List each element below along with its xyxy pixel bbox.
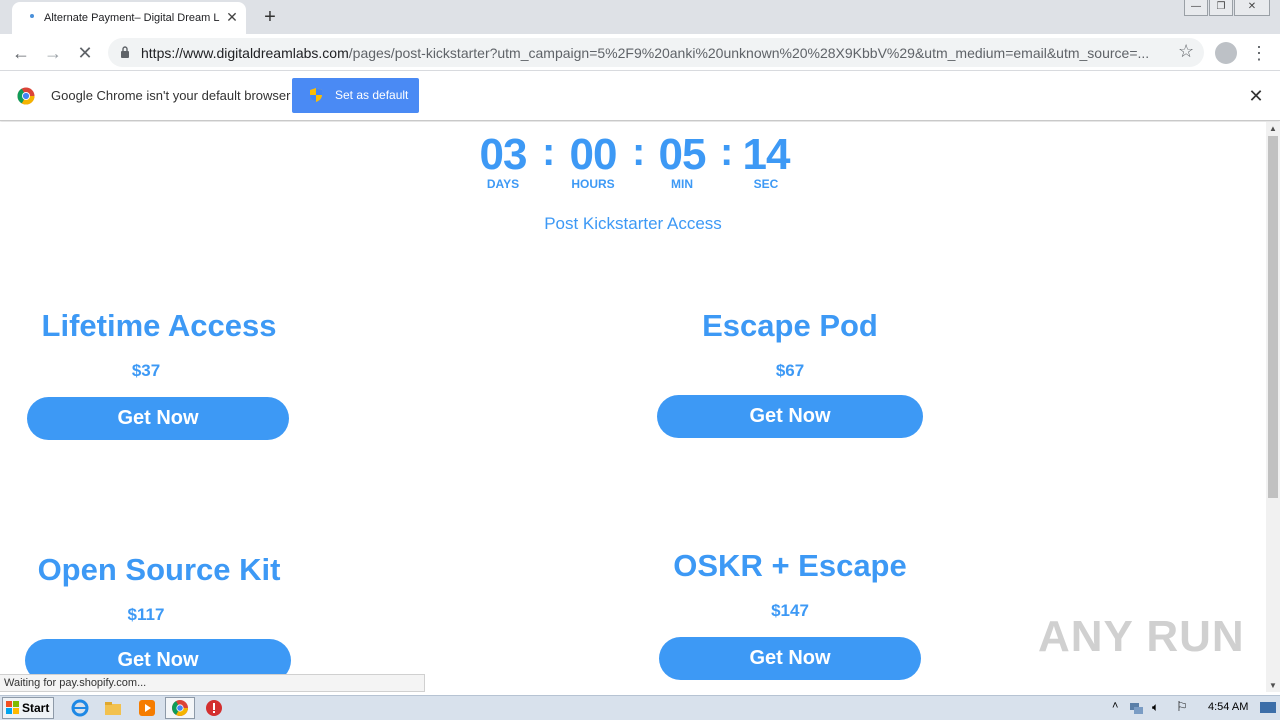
default-browser-infobar: Google Chrome isn't your default browser… xyxy=(0,71,1280,121)
chrome-taskbar-icon[interactable] xyxy=(171,699,189,717)
show-desktop-icon[interactable] xyxy=(1259,700,1277,716)
close-window-button[interactable]: ✕ xyxy=(1234,0,1270,16)
page-subtitle: Post Kickstarter Access xyxy=(544,214,722,233)
tray-expand-icon[interactable]: ˄ xyxy=(1112,700,1118,712)
forward-icon[interactable]: → xyxy=(40,40,66,66)
back-icon[interactable]: ← xyxy=(8,40,34,66)
tab-strip: Alternate Payment– Digital Dream La ✕ + … xyxy=(0,0,1280,34)
page-scrollbar[interactable]: ▲ ▼ xyxy=(1266,122,1280,692)
countdown-minutes: 05 xyxy=(658,130,707,179)
product-title-open-source-kit: Open Source Kit xyxy=(37,552,281,587)
tab-title: Alternate Payment– Digital Dream La xyxy=(44,12,220,24)
status-bubble: Waiting for pay.shopify.com... xyxy=(0,674,425,692)
browser-toolbar: ← → ✕ https://www.digitaldreamlabs.com/p… xyxy=(0,34,1280,71)
countdown-hours-label: HOURS xyxy=(571,177,615,191)
infobar-message: Google Chrome isn't your default browser xyxy=(51,88,291,103)
countdown-min-label: MIN xyxy=(671,177,693,191)
countdown-days-label: DAYS xyxy=(486,177,520,191)
start-label: Start xyxy=(22,701,50,715)
url-host: https://www.digitaldreamlabs.com xyxy=(141,45,349,61)
volume-icon[interactable]: 🔈︎ xyxy=(1152,700,1159,715)
media-player-icon[interactable] xyxy=(138,699,156,717)
url-text: https://www.digitaldreamlabs.com/pages/p… xyxy=(141,45,1171,61)
get-now-button-oskr-escape[interactable]: Get Now xyxy=(659,637,921,680)
get-now-button-lifetime-access[interactable]: Get Now xyxy=(27,397,289,440)
countdown-seconds: 14 xyxy=(742,130,791,179)
set-as-default-label: Set as default xyxy=(335,88,409,102)
anyrun-watermark: ANY RUN xyxy=(1038,612,1245,661)
product-price-lifetime-access: $37 xyxy=(131,361,161,380)
system-tray: ˄ 🔈︎ ⚐ xyxy=(1106,696,1280,720)
product-title-lifetime-access: Lifetime Access xyxy=(41,308,277,343)
chrome-logo-icon xyxy=(17,87,35,105)
address-bar[interactable]: https://www.digitaldreamlabs.com/pages/p… xyxy=(108,38,1204,67)
product-price-oskr-escape: $147 xyxy=(771,601,809,620)
product-price-escape-pod: $67 xyxy=(775,361,805,380)
loading-favicon-icon xyxy=(30,14,34,18)
scroll-down-icon[interactable]: ▼ xyxy=(1269,681,1277,690)
action-center-flag-icon[interactable]: ⚐ xyxy=(1176,699,1188,715)
countdown-days: 03 xyxy=(479,130,528,179)
tab-close-icon[interactable]: ✕ xyxy=(224,9,240,25)
menu-icon[interactable]: ⋮ xyxy=(1250,40,1268,66)
shield-icon xyxy=(310,88,322,102)
countdown-separator: : xyxy=(542,130,556,174)
stop-icon[interactable]: ✕ xyxy=(72,40,98,66)
internet-explorer-icon[interactable] xyxy=(71,699,89,717)
countdown-sec-label: SEC xyxy=(753,177,779,191)
infobar-close-icon[interactable]: ✕ xyxy=(1246,86,1266,106)
restore-button[interactable]: ❐ xyxy=(1209,0,1233,16)
lock-icon xyxy=(121,46,129,58)
product-price-open-source-kit: $117 xyxy=(127,605,165,624)
scroll-up-icon[interactable]: ▲ xyxy=(1269,124,1277,133)
new-tab-button[interactable]: + xyxy=(258,5,282,29)
start-button[interactable]: Start xyxy=(2,697,54,719)
network-icon[interactable] xyxy=(1128,700,1144,716)
url-path: /pages/post-kickstarter?utm_campaign=5%2… xyxy=(348,45,1150,61)
stop-sign-icon[interactable] xyxy=(205,699,223,717)
taskbar-clock[interactable]: 4:54 AM xyxy=(1208,701,1248,713)
product-title-escape-pod: Escape Pod xyxy=(702,308,878,343)
star-icon[interactable]: ☆ xyxy=(1178,41,1194,62)
countdown-separator: : xyxy=(632,130,646,174)
product-title-oskr-escape: OSKR + Escape xyxy=(673,548,907,583)
countdown-hours: 00 xyxy=(569,130,618,179)
countdown-separator: : xyxy=(720,130,734,174)
windows-flag-icon xyxy=(6,701,19,714)
profile-icon[interactable] xyxy=(1215,42,1237,64)
get-now-button-escape-pod[interactable]: Get Now xyxy=(657,395,923,438)
minimize-button[interactable]: — xyxy=(1184,0,1208,16)
file-explorer-icon[interactable] xyxy=(104,699,122,717)
scrollbar-thumb[interactable] xyxy=(1268,136,1278,498)
set-as-default-button[interactable]: Set as default xyxy=(292,78,419,113)
page-content: 03 : 00 : 05 : 14 DAYS HOURS MIN SEC Pos… xyxy=(0,122,1266,692)
browser-tab[interactable]: Alternate Payment– Digital Dream La ✕ xyxy=(12,2,246,34)
windows-taskbar: Start ˄ 🔈︎ ⚐ 4:54 AM xyxy=(0,695,1280,720)
